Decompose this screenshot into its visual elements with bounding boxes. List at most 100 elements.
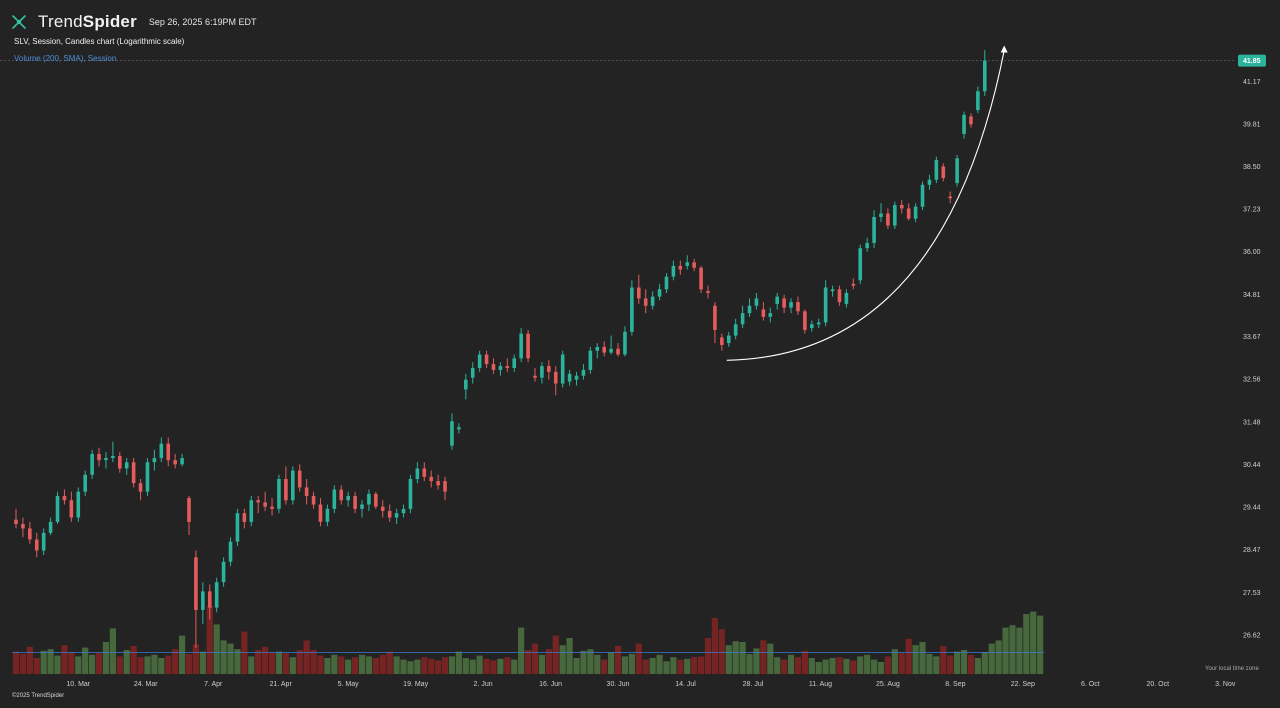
candle[interactable] (540, 362, 544, 384)
candle[interactable] (228, 537, 233, 567)
candle[interactable] (415, 462, 420, 484)
candle[interactable] (48, 517, 53, 536)
candle[interactable] (643, 289, 648, 314)
candle[interactable] (477, 350, 482, 372)
candle[interactable] (872, 210, 876, 249)
candle[interactable] (318, 498, 323, 527)
candle[interactable] (394, 508, 399, 525)
candle[interactable] (138, 478, 143, 501)
candle[interactable] (775, 292, 779, 310)
candle[interactable] (512, 354, 517, 372)
candle[interactable] (955, 155, 959, 187)
candle[interactable] (685, 255, 690, 270)
candle[interactable] (699, 265, 703, 293)
candle[interactable] (145, 458, 150, 496)
candle[interactable] (173, 453, 177, 469)
candle[interactable] (180, 453, 184, 467)
candle[interactable] (97, 447, 101, 467)
candle[interactable] (450, 413, 454, 450)
candle[interactable] (782, 294, 786, 314)
candle[interactable] (899, 199, 904, 214)
candle[interactable] (484, 350, 489, 368)
candle[interactable] (235, 508, 240, 547)
candle[interactable] (360, 500, 364, 518)
candle[interactable] (28, 521, 32, 544)
candle[interactable] (913, 203, 918, 223)
candle[interactable] (401, 504, 406, 518)
candle[interactable] (83, 470, 87, 496)
candle[interactable] (339, 485, 344, 505)
candle[interactable] (256, 495, 260, 514)
candle[interactable] (387, 504, 392, 522)
candle[interactable] (837, 285, 842, 306)
candle[interactable] (657, 283, 662, 301)
candle[interactable] (969, 113, 973, 128)
candle[interactable] (21, 517, 25, 538)
candle[interactable] (374, 491, 378, 509)
candle[interactable] (436, 474, 440, 490)
candle[interactable] (221, 557, 226, 587)
candle[interactable] (457, 423, 461, 434)
candle[interactable] (560, 350, 565, 388)
candle[interactable] (948, 191, 952, 204)
candle[interactable] (519, 328, 523, 363)
candle[interactable] (733, 318, 738, 340)
candle[interactable] (41, 528, 46, 556)
candle[interactable] (111, 441, 115, 463)
candle[interactable] (249, 495, 254, 527)
candle[interactable] (194, 550, 198, 648)
candle[interactable] (720, 333, 724, 351)
candle[interactable] (464, 373, 468, 400)
candle[interactable] (491, 358, 496, 374)
volume-indicator-label[interactable]: Volume (200, SMA), Session (14, 54, 116, 63)
candle[interactable] (284, 466, 288, 505)
candle[interactable] (242, 508, 247, 529)
candle[interactable] (263, 491, 267, 512)
candle[interactable] (533, 367, 537, 382)
candle[interactable] (277, 474, 281, 514)
candle[interactable] (976, 86, 980, 114)
candle[interactable] (893, 201, 897, 230)
candle[interactable] (650, 291, 655, 310)
candle[interactable] (367, 489, 371, 512)
candle[interactable] (609, 335, 613, 355)
candle[interactable] (353, 491, 357, 514)
candle[interactable] (311, 491, 316, 509)
candle[interactable] (553, 366, 558, 396)
candle[interactable] (906, 203, 911, 221)
candle[interactable] (505, 358, 510, 372)
candle[interactable] (616, 343, 620, 357)
candle[interactable] (291, 466, 295, 505)
candle[interactable] (823, 280, 828, 327)
candle[interactable] (104, 451, 108, 469)
candle[interactable] (470, 362, 475, 384)
candle[interactable] (429, 470, 433, 488)
candle[interactable] (941, 163, 946, 182)
candle[interactable] (498, 362, 503, 376)
candle[interactable] (789, 298, 793, 314)
candle[interactable] (713, 302, 717, 344)
candle[interactable] (14, 508, 18, 529)
candle[interactable] (118, 451, 122, 473)
candle[interactable] (380, 500, 385, 518)
candle[interactable] (214, 577, 219, 613)
candle[interactable] (886, 208, 890, 230)
candle[interactable] (124, 458, 129, 475)
candle[interactable] (76, 487, 81, 522)
candle[interactable] (927, 174, 932, 190)
candle[interactable] (547, 360, 551, 380)
candle[interactable] (747, 298, 752, 317)
candle[interactable] (574, 371, 579, 386)
candle[interactable] (844, 289, 849, 308)
candle[interactable] (858, 244, 863, 284)
candle[interactable] (159, 437, 164, 463)
candlestick-chart[interactable]: 41.17 39.81 38.50 37.23 36.00 34.81 33.67 32.56… (0, 0, 1280, 703)
candle[interactable] (297, 464, 302, 492)
candle[interactable] (879, 203, 883, 223)
candle[interactable] (803, 309, 807, 334)
candle[interactable] (623, 326, 627, 357)
candle[interactable] (90, 449, 94, 479)
candle[interactable] (131, 458, 136, 488)
candle[interactable] (443, 476, 447, 501)
candle[interactable] (678, 260, 683, 275)
